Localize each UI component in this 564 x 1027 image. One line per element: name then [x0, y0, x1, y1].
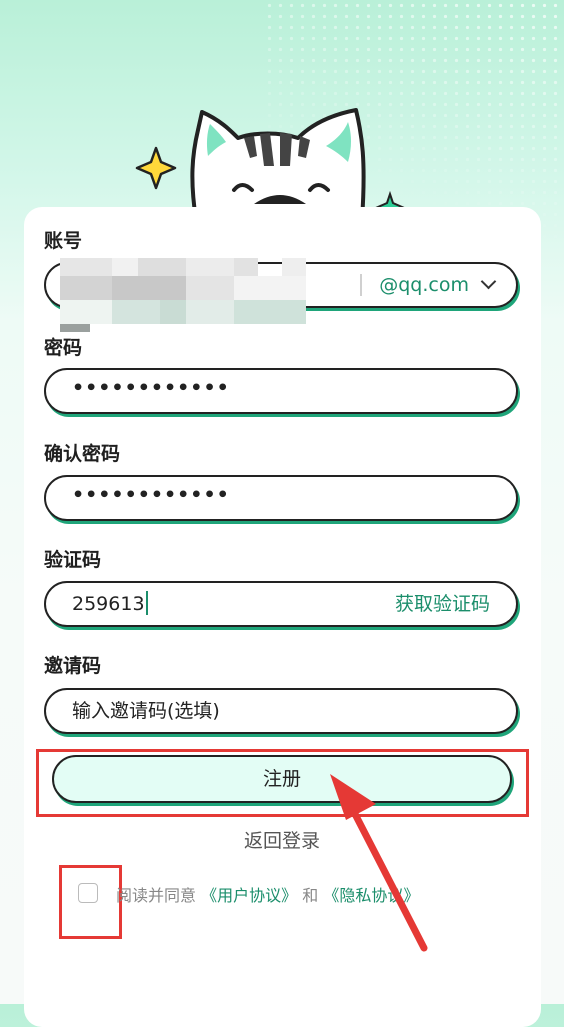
field-divider [360, 274, 362, 296]
account-value-redacted-mosaic [60, 258, 306, 334]
email-domain-value: @qq.com [379, 274, 469, 296]
account-label: 账号 [44, 230, 83, 252]
invite-code-placeholder: 输入邀请码(选填) [72, 700, 220, 722]
verification-code-value: 259613 [72, 593, 145, 615]
confirm-password-label: 确认密码 [44, 443, 121, 465]
text-cursor [145, 590, 148, 615]
verification-code-label: 验证码 [44, 549, 102, 571]
confirm-password-value: •••••••••••• [72, 484, 230, 506]
password-value: •••••••••••• [72, 377, 230, 399]
password-field[interactable]: •••••••••••• [44, 368, 518, 414]
email-domain-select[interactable]: @qq.com [379, 264, 497, 306]
chevron-down-icon [480, 273, 497, 290]
agreement-prefix: 阅读并同意 [116, 886, 197, 905]
verification-code-field[interactable]: 259613 获取验证码 [44, 581, 518, 627]
sparkle-icon [135, 146, 177, 190]
tiger-mascot-illustration [135, 108, 405, 220]
verification-code-value-wrap: 259613 [72, 583, 148, 625]
invite-code-label: 邀请码 [44, 655, 102, 677]
get-code-button[interactable]: 获取验证码 [395, 583, 490, 625]
confirm-password-field[interactable]: •••••••••••• [44, 475, 518, 521]
red-annotation-arrow-icon [330, 774, 428, 952]
invite-code-field[interactable]: 输入邀请码(选填) [44, 688, 518, 734]
highlight-box-register [36, 749, 529, 817]
back-to-login-link[interactable]: 返回登录 [0, 826, 564, 853]
password-label: 密码 [44, 337, 83, 359]
user-agreement-link[interactable]: 《用户协议》 [201, 886, 297, 905]
highlight-box-checkbox [59, 865, 122, 939]
agreement-and: 和 [302, 886, 319, 905]
